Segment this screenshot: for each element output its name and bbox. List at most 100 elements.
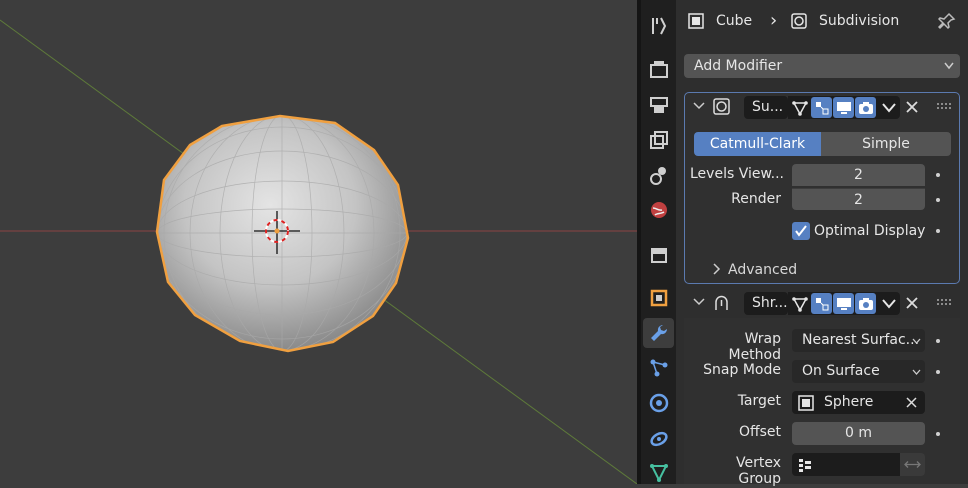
keyframe-dot[interactable] — [936, 370, 940, 374]
edit-mode-toggle[interactable] — [811, 97, 832, 118]
tab-view-layer[interactable] — [643, 125, 674, 155]
render-levels-label: Render — [731, 191, 781, 207]
edit-cage-toggle[interactable] — [789, 293, 810, 314]
edit-mode-toggle[interactable] — [811, 293, 832, 314]
viewport-display-toggle[interactable] — [833, 97, 854, 118]
levels-viewport-field[interactable]: 2 — [792, 164, 925, 186]
wrap-method-label: Wrap Method — [728, 331, 781, 363]
particles-icon — [650, 359, 667, 377]
advanced-subpanel-header[interactable]: Advanced — [728, 261, 797, 279]
edit-mode-icon — [815, 101, 828, 114]
physics-icon — [649, 393, 668, 413]
tab-object[interactable] — [643, 283, 674, 313]
modifier-menu-button[interactable] — [877, 293, 900, 314]
collapse-chevron-icon[interactable] — [693, 296, 705, 308]
levels-viewport-label: Levels View... — [690, 166, 784, 182]
drag-handle-icon[interactable] — [936, 298, 952, 306]
properties-tabs — [641, 0, 676, 484]
modifier-name: Su... — [752, 99, 784, 115]
mode-simple-label: Simple — [862, 136, 910, 152]
render-icon — [649, 61, 668, 78]
tab-modifiers[interactable] — [643, 318, 674, 348]
keyframe-dot[interactable] — [936, 198, 940, 202]
mode-catmull-clark-label: Catmull-Clark — [709, 136, 806, 152]
edit-mode-icon — [815, 297, 828, 310]
viewport-display-toggle[interactable] — [833, 293, 854, 314]
monitor-icon — [836, 297, 851, 310]
breadcrumb-modifier: Subdivision — [819, 13, 900, 29]
tab-render[interactable] — [643, 54, 674, 84]
offset-value: 0 m — [845, 425, 872, 441]
snap-mode-label: Snap Mode — [703, 362, 781, 378]
subdivision-icon — [713, 98, 730, 115]
breadcrumb-object: Cube — [716, 13, 753, 29]
chevron-right-icon[interactable] — [712, 263, 722, 275]
tab-particles[interactable] — [643, 353, 674, 383]
render-levels-value: 2 — [854, 192, 863, 208]
viewport-scene — [0, 19, 637, 484]
modifier-name: Shr... — [752, 295, 788, 311]
monitor-icon — [836, 101, 851, 114]
keyframe-dot[interactable] — [936, 173, 940, 177]
vertex-group-label: Vertex Group — [735, 455, 781, 487]
modifier-name-field[interactable]: Shr... — [744, 292, 788, 315]
checkmark-icon — [795, 225, 807, 237]
tab-scene[interactable] — [643, 160, 674, 190]
constraints-icon — [649, 431, 668, 447]
collapse-chevron-icon[interactable] — [693, 100, 705, 112]
optimal-display-checkbox[interactable] — [792, 222, 810, 240]
chevron-down-icon — [881, 102, 896, 113]
3d-viewport[interactable] — [0, 0, 637, 484]
offset-field[interactable]: 0 m — [792, 422, 925, 445]
render-toggle[interactable] — [855, 97, 876, 118]
shrinkwrap-icon — [715, 295, 728, 310]
target-field[interactable]: Sphere — [792, 391, 925, 414]
wrap-method-dropdown[interactable]: Nearest Surfac... — [792, 329, 925, 352]
offset-label: Offset — [738, 424, 781, 440]
modifier-icon — [791, 13, 807, 29]
mode-catmull-clark[interactable]: Catmull-Clark — [694, 132, 821, 156]
clear-icon[interactable] — [906, 397, 917, 408]
object-icon — [798, 395, 814, 411]
tab-world[interactable] — [643, 195, 674, 225]
camera-icon — [858, 101, 873, 114]
tab-collection[interactable] — [643, 240, 674, 270]
chevron-down-icon — [881, 298, 896, 309]
pin-icon[interactable] — [938, 12, 956, 30]
snap-mode-dropdown[interactable]: On Surface — [792, 360, 925, 383]
optimal-display-label[interactable]: Optimal Display — [814, 222, 925, 240]
chevron-down-icon — [912, 338, 921, 344]
tab-physics[interactable] — [643, 388, 674, 418]
close-icon[interactable] — [906, 101, 918, 113]
object-icon — [650, 289, 667, 307]
collection-icon — [650, 248, 667, 263]
modifier-menu-button[interactable] — [877, 97, 900, 118]
sphere-mesh — [155, 114, 410, 353]
mesh-data-icon — [649, 464, 668, 483]
vertex-group-icon — [799, 459, 811, 472]
camera-icon — [858, 297, 873, 310]
drag-handle-icon[interactable] — [936, 102, 952, 110]
breadcrumb-separator: › — [770, 10, 778, 31]
tab-tool[interactable] — [643, 11, 674, 41]
edit-cage-toggle[interactable] — [789, 97, 810, 118]
close-icon[interactable] — [906, 297, 918, 309]
modifier-name-field[interactable]: Su... — [744, 96, 788, 119]
keyframe-dot[interactable] — [936, 229, 940, 233]
tool-icon — [651, 17, 666, 35]
world-icon — [650, 202, 667, 218]
mode-simple[interactable]: Simple — [821, 132, 951, 156]
keyframe-dot[interactable] — [936, 339, 940, 343]
vertex-triangle-icon — [791, 100, 808, 116]
invert-vertex-group-button[interactable] — [900, 453, 925, 476]
render-toggle[interactable] — [855, 293, 876, 314]
tab-output[interactable] — [643, 90, 674, 120]
chevron-down-icon — [912, 369, 921, 375]
tab-constraints[interactable] — [643, 423, 674, 453]
add-modifier-button[interactable]: Add Modifier — [684, 54, 960, 78]
render-levels-field[interactable]: 2 — [792, 188, 925, 210]
output-icon — [649, 97, 668, 113]
target-label: Target — [737, 393, 781, 409]
keyframe-dot[interactable] — [936, 432, 940, 436]
vertex-group-field[interactable] — [792, 453, 900, 476]
